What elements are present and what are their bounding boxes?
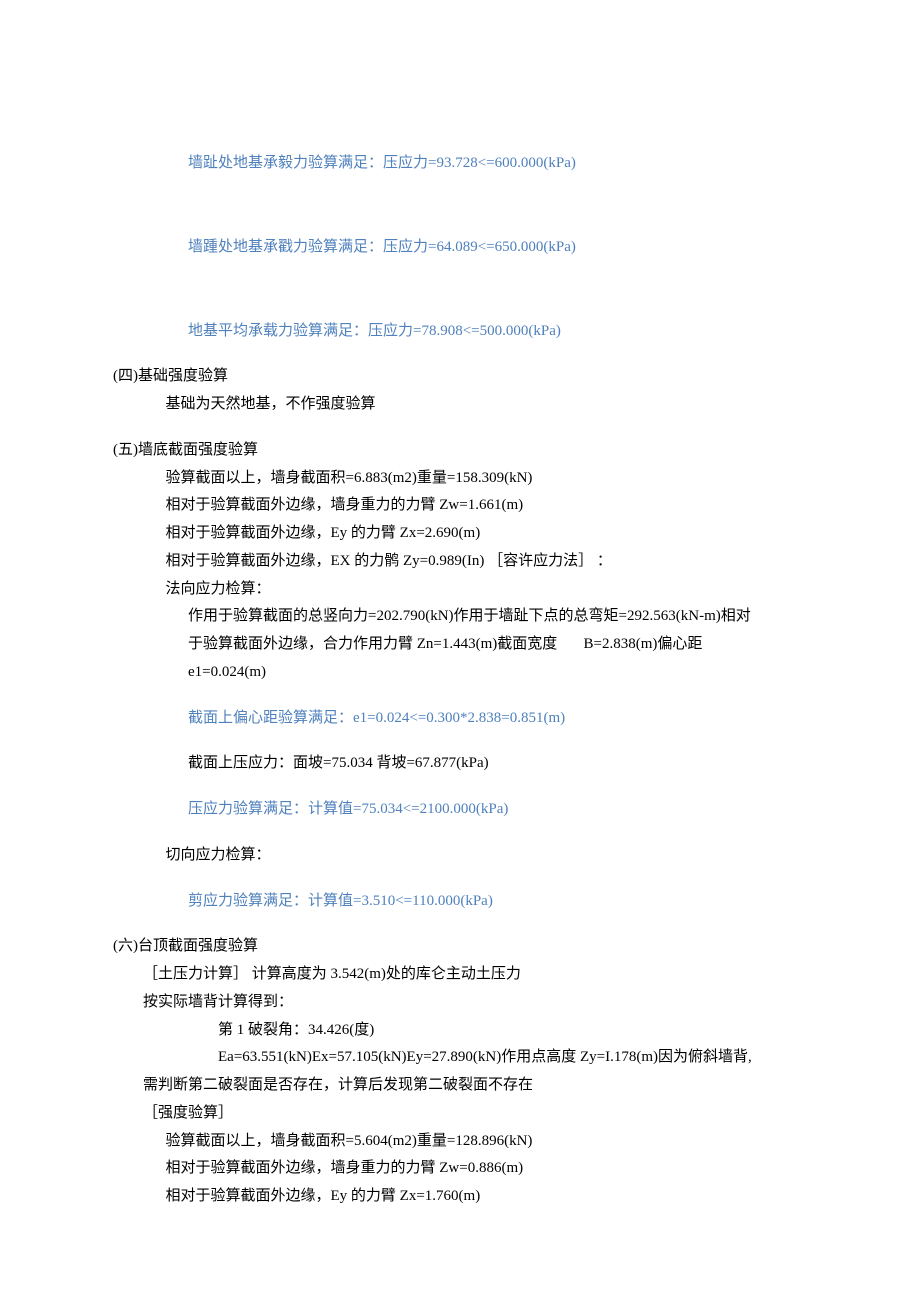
spacer xyxy=(113,419,840,437)
spacer xyxy=(113,687,840,705)
spacer xyxy=(113,824,840,842)
s5-line: 法向应力检算： xyxy=(166,576,841,604)
check-toe: 墙趾处地基承毅力验算满足：压应力=93.728<=600.000(kPa) xyxy=(188,150,840,178)
check-heel: 墙踵处地基承戳力验算满足：压应力=64.089<=650.000(kPa) xyxy=(188,234,840,262)
spacer xyxy=(113,915,840,933)
spacer xyxy=(113,178,840,234)
section-4-title: (四)基础强度验算 xyxy=(113,363,840,391)
s6-line: 第 1 破裂角：34.426(度) xyxy=(218,1017,840,1045)
spacer xyxy=(113,262,840,318)
s6-line: 相对于验算截面外边缘，Ey 的力臂 Zx=1.760(m) xyxy=(166,1183,841,1211)
s6-line: 需判断第二破裂面是否存在，计算后发现第二破裂面不存在 xyxy=(143,1072,840,1100)
s5-line: 于验算截面外边缘，合力作用力臂 Zn=1.443(m)截面宽度 B=2.838(… xyxy=(188,631,840,659)
spacer xyxy=(113,870,840,888)
s5-line: 相对于验算截面外边缘，墙身重力的力臂 Zw=1.661(m) xyxy=(166,492,841,520)
s6-line: ［土压力计算］ 计算高度为 3.542(m)处的库仑主动土压力 xyxy=(143,961,840,989)
s5-line: 截面上压应力：面坡=75.034 背坡=67.877(kPa) xyxy=(188,750,840,778)
s5-line: 切向应力检算： xyxy=(166,842,841,870)
spacer xyxy=(113,345,840,363)
s6-line: 验算截面以上，墙身截面积=5.604(m2)重量=128.896(kN) xyxy=(166,1128,841,1156)
s5-check-shear: 剪应力验算满足：计算值=3.510<=110.000(kPa) xyxy=(188,888,840,916)
s5-line: 作用于验算截面的总竖向力=202.790(kN)作用于墙趾下点的总弯矩=292.… xyxy=(188,603,840,631)
s5-line: 验算截面以上，墙身截面积=6.883(m2)重量=158.309(kN) xyxy=(166,465,841,493)
s6-line: 按实际墙背计算得到： xyxy=(143,989,840,1017)
document-page: 墙趾处地基承毅力验算满足：压应力=93.728<=600.000(kPa) 墙踵… xyxy=(113,150,840,1211)
s6-line: Ea=63.551(kN)Ex=57.105(kN)Ey=27.890(kN)作… xyxy=(218,1044,840,1072)
section-6-title: (六)台顶截面强度验算 xyxy=(113,933,840,961)
check-avg: 地基平均承载力验算满足：压应力=78.908<=500.000(kPa) xyxy=(188,318,840,346)
s4-line: 基础为天然地基，不作强度验算 xyxy=(166,391,841,419)
s5-check-pressure: 压应力验算满足：计算值=75.034<=2100.000(kPa) xyxy=(188,796,840,824)
section-5-title: (五)墙底截面强度验算 xyxy=(113,437,840,465)
s6-line: 相对于验算截面外边缘，墙身重力的力臂 Zw=0.886(m) xyxy=(166,1155,841,1183)
s5-line: 相对于验算截面外边缘，EX 的力鹘 Zy=0.989(In) ［容许应力法］ ： xyxy=(166,548,841,576)
spacer xyxy=(113,732,840,750)
spacer xyxy=(113,778,840,796)
s5-line: e1=0.024(m) xyxy=(188,659,840,687)
s5-line: 相对于验算截面外边缘，Ey 的力臂 Zx=2.690(m) xyxy=(166,520,841,548)
s6-line: ［强度验算］ xyxy=(143,1100,840,1128)
s5-check-eccentricity: 截面上偏心距验算满足：e1=0.024<=0.300*2.838=0.851(m… xyxy=(188,705,840,733)
